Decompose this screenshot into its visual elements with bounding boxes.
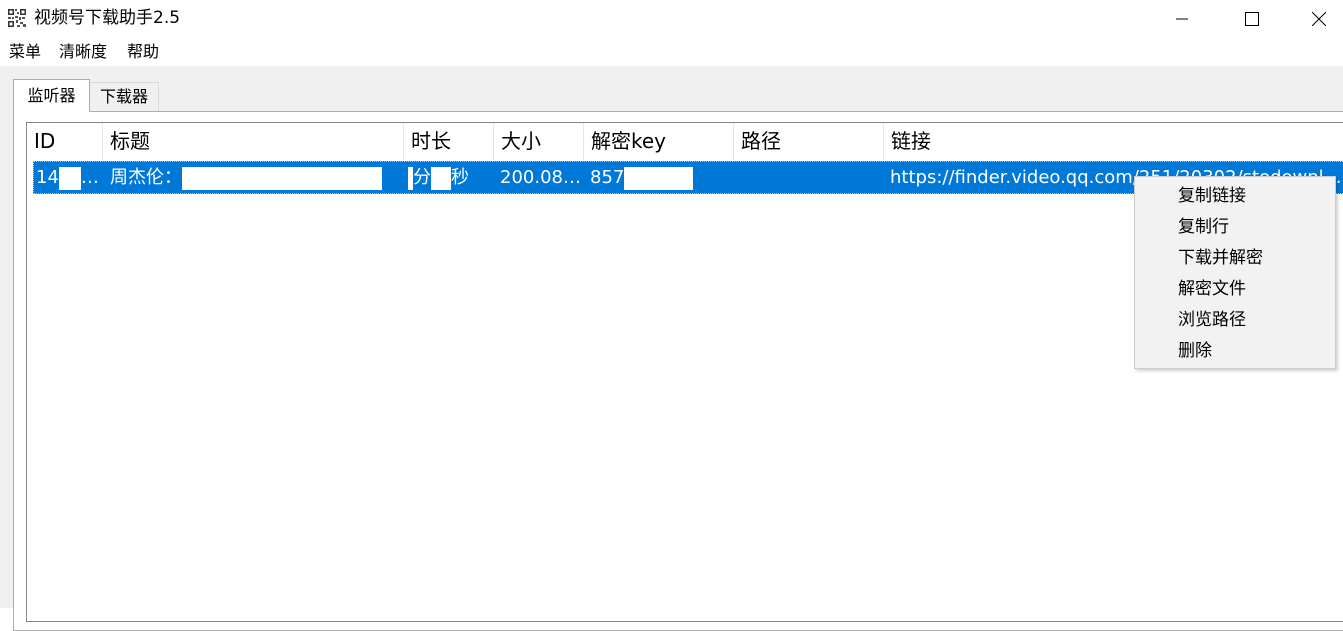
menu-item-browse-path[interactable]: 浏览路径 [1136, 305, 1334, 336]
menu-item-download-decrypt[interactable]: 下载并解密 [1136, 243, 1334, 274]
close-icon [1312, 12, 1326, 26]
maximize-button[interactable] [1229, 0, 1275, 38]
column-header-duration[interactable]: 时长 [404, 123, 494, 160]
minimize-button[interactable] [1159, 0, 1205, 38]
cell-key: 857 [590, 162, 730, 193]
menu-bar: 菜单 清晰度 帮助 [0, 38, 1343, 66]
menu-item-copy-row[interactable]: 复制行 [1136, 212, 1334, 243]
context-menu: 复制链接 复制行 下载并解密 解密文件 浏览路径 删除 [1134, 176, 1336, 369]
close-button[interactable] [1296, 0, 1342, 38]
menu-item-copy-link[interactable]: 复制链接 [1136, 181, 1334, 212]
cell-size: 200.08… [500, 167, 581, 188]
list-header: ID 标题 时长 大小 解密key 路径 链接 [27, 123, 1343, 160]
tab-monitor[interactable]: 监听器 [13, 79, 90, 112]
redaction-block [431, 166, 451, 190]
column-header-path[interactable]: 路径 [734, 123, 884, 160]
menu-item-delete[interactable]: 删除 [1136, 336, 1334, 367]
qr-code-icon [7, 8, 27, 28]
column-header-link[interactable]: 链接 [884, 123, 1343, 160]
menu-item-quality[interactable]: 清晰度 [59, 40, 107, 64]
menu-item-help[interactable]: 帮助 [127, 40, 159, 64]
minimize-icon [1176, 18, 1188, 20]
redaction-block [58, 166, 81, 190]
menu-item-menu[interactable]: 菜单 [9, 40, 41, 64]
maximize-icon [1245, 12, 1259, 26]
menu-item-decrypt-file[interactable]: 解密文件 [1136, 274, 1334, 305]
window-title: 视频号下载助手2.5 [34, 8, 181, 28]
title-bar[interactable]: 视频号下载助手2.5 [0, 0, 1343, 38]
column-header-size[interactable]: 大小 [494, 123, 584, 160]
redaction-block [182, 166, 382, 190]
column-header-id[interactable]: ID [27, 123, 103, 160]
column-header-key[interactable]: 解密key [584, 123, 734, 160]
redaction-block [624, 166, 694, 190]
cell-path [740, 162, 880, 193]
cell-duration: 分秒 [408, 162, 494, 193]
tab-downloader[interactable]: 下载器 [89, 82, 159, 111]
cell-title: 周杰伦： [110, 162, 404, 193]
column-header-title[interactable]: 标题 [103, 123, 404, 160]
cell-id: 14… [36, 166, 99, 190]
